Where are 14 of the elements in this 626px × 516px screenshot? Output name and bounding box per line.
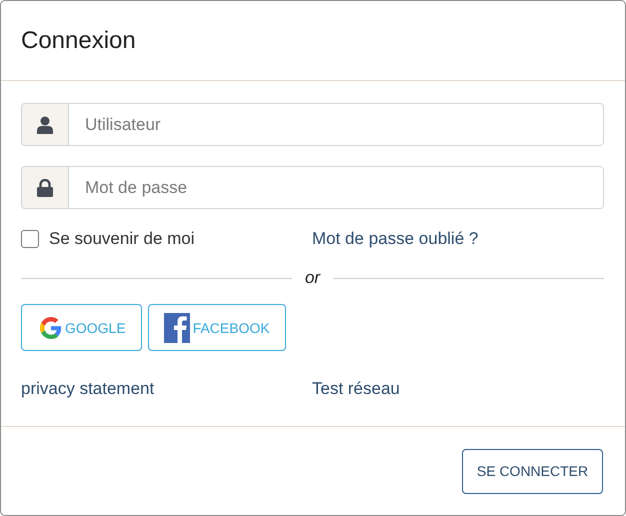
checkbox-label: Se souvenir de moi: [49, 229, 195, 249]
forgot-password-link[interactable]: Mot de passe oublié ?: [312, 229, 478, 249]
lock-icon: [37, 178, 53, 196]
user-icon: [37, 116, 53, 134]
network-test-link[interactable]: Test réseau: [312, 379, 400, 399]
google-g-icon: [40, 316, 62, 338]
privacy-link[interactable]: privacy statement: [21, 379, 154, 399]
checkbox[interactable]: [21, 230, 39, 248]
input-field[interactable]: Utilisateur: [21, 103, 604, 146]
dialog-title: Connexion: [21, 26, 136, 54]
input-field[interactable]: Mot de passe: [21, 166, 604, 209]
divider-label: or: [304, 268, 322, 288]
facebook-f-icon: [164, 312, 190, 342]
login-button[interactable]: SE CONNECTER: [462, 448, 603, 494]
